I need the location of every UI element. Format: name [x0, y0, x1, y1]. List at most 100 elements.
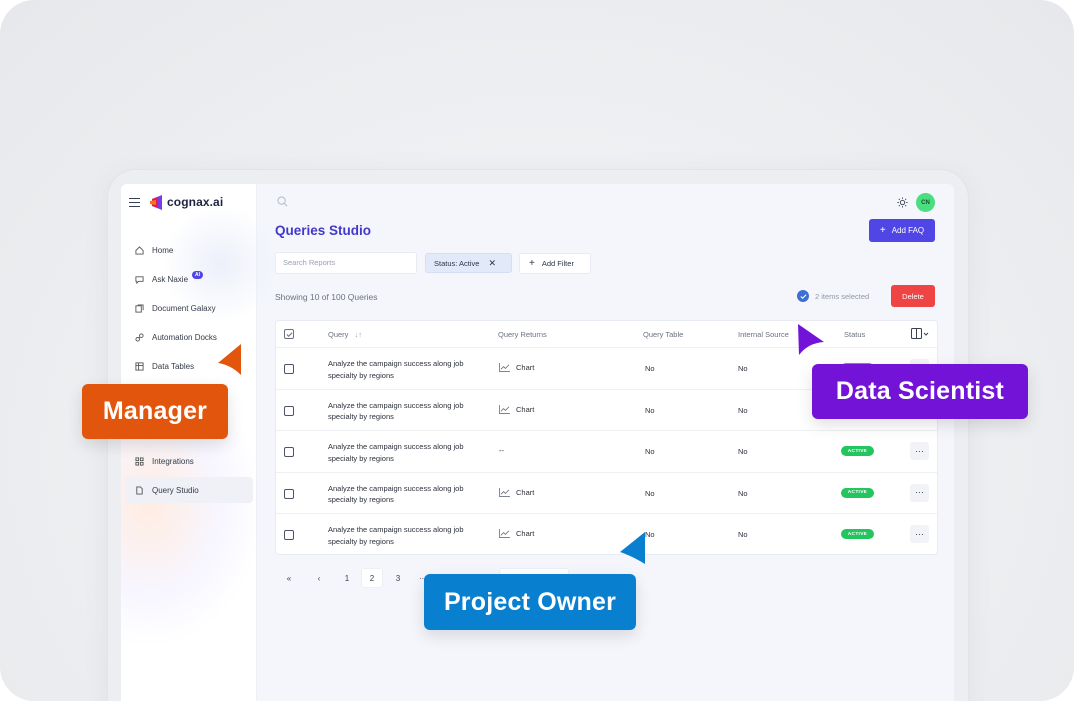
- project-owner-role-tag: Project Owner: [424, 574, 636, 630]
- close-icon[interactable]: ✕: [488, 258, 496, 269]
- chart-icon: [499, 487, 510, 497]
- internal-source-value: No: [738, 405, 748, 415]
- queries-table: Query ↓↑ Query Returns Query Table Inter…: [275, 320, 938, 555]
- internal-source-value: No: [738, 488, 748, 498]
- status-badge: ACTIVE: [841, 487, 874, 498]
- query-returns-value: Chart: [516, 404, 535, 414]
- query-returns-value: Chart: [516, 363, 535, 372]
- query-table-value: No: [645, 447, 655, 457]
- query-text: Analyze the campaign success along job s…: [328, 400, 464, 422]
- manager-role-tag: Manager: [82, 384, 228, 439]
- query-returns: Chart: [499, 529, 534, 538]
- more-actions-button[interactable]: ···: [910, 483, 929, 502]
- sidebar-item-integrations[interactable]: Integrations: [125, 448, 253, 474]
- query-returns: Chart: [499, 404, 535, 414]
- plus-icon: +: [879, 225, 886, 236]
- query-table-value: No: [645, 488, 655, 498]
- manager-pointer-icon: [218, 344, 241, 375]
- page-button[interactable]: 3: [387, 568, 409, 588]
- documents-icon: [135, 303, 144, 313]
- search-input[interactable]: Search Reports: [275, 252, 417, 274]
- query-returns-value: --: [499, 446, 504, 456]
- status-badge: ACTIVE: [841, 529, 874, 540]
- check-circle-icon: [797, 290, 809, 302]
- row-checkbox[interactable]: [284, 488, 294, 499]
- query-table-value: No: [645, 364, 655, 373]
- row-checkbox[interactable]: [284, 447, 294, 458]
- add-filter-label: Add Filter: [541, 259, 574, 268]
- chart-icon: [499, 363, 510, 372]
- sidebar-item-label: Document Galaxy: [152, 303, 216, 313]
- delete-button[interactable]: Delete: [891, 285, 935, 307]
- query-text: Analyze the campaign success along job s…: [328, 483, 464, 505]
- column-header-query[interactable]: Query ↓↑: [328, 330, 362, 339]
- data-scientist-role-tag: Data Scientist: [812, 364, 1028, 419]
- columns-toggle-icon[interactable]: [911, 328, 929, 340]
- query-returns-value: Chart: [516, 529, 535, 539]
- chat-icon: [135, 275, 144, 284]
- row-checkbox[interactable]: [284, 405, 294, 416]
- selected-count: 2 items selected: [815, 291, 870, 301]
- row-checkbox[interactable]: [284, 364, 294, 374]
- table-row[interactable]: Analyze the campaign success along job s…: [276, 514, 937, 554]
- sidebar-item-label: Data Tables: [152, 361, 195, 371]
- table-icon: [135, 361, 144, 371]
- add-faq-button[interactable]: + Add FAQ: [869, 219, 935, 242]
- chart-icon: [499, 404, 510, 414]
- logo: cognax.ai: [129, 194, 223, 210]
- ai-badge: AI: [192, 271, 204, 279]
- hamburger-menu-icon[interactable]: [129, 197, 140, 207]
- data-scientist-pointer-icon: [798, 324, 824, 355]
- column-header-label: Query: [328, 330, 349, 339]
- filter-chip-label: Status: Active: [434, 258, 480, 268]
- first-page-button[interactable]: «: [278, 568, 300, 588]
- more-actions-button[interactable]: ···: [910, 525, 929, 544]
- sidebar: cognax.ai Home Ask Naxie AI Document Gal…: [121, 184, 281, 701]
- table-row[interactable]: Analyze the campaign success along job s…: [276, 473, 937, 515]
- cognax-logo-icon: [150, 194, 162, 210]
- query-table-value: No: [645, 405, 655, 415]
- table-header: Query ↓↑ Query Returns Query Table Inter…: [276, 321, 937, 348]
- page-button-current[interactable]: 2: [361, 568, 383, 588]
- table-row[interactable]: Analyze the campaign success along job s…: [276, 431, 937, 473]
- sidebar-item-query-studio[interactable]: Query Studio: [125, 477, 253, 503]
- row-checkbox[interactable]: [284, 530, 294, 541]
- page-button[interactable]: 1: [336, 568, 358, 588]
- sidebar-item-label: Ask Naxie: [152, 274, 189, 284]
- status-badge: ACTIVE: [841, 446, 874, 457]
- internal-source-value: No: [738, 447, 748, 457]
- internal-source-value: No: [738, 530, 748, 540]
- grid-icon: [135, 456, 144, 466]
- search-icon[interactable]: [277, 196, 288, 207]
- add-filter-button[interactable]: + Add Filter: [519, 253, 591, 274]
- select-all-checkbox[interactable]: [284, 329, 294, 339]
- internal-source-value: No: [738, 364, 748, 373]
- theme-toggle-icon[interactable]: [897, 197, 908, 208]
- logo-text: cognax.ai: [167, 195, 224, 209]
- query-returns-value: Chart: [516, 487, 535, 497]
- automation-icon: [135, 332, 144, 342]
- home-icon: [135, 245, 144, 255]
- results-count: Showing 10 of 100 Queries: [275, 292, 378, 302]
- file-icon: [135, 485, 144, 495]
- project-owner-pointer-icon: [620, 532, 645, 564]
- column-header-status: Status: [844, 330, 866, 339]
- plus-icon: +: [529, 258, 535, 269]
- avatar[interactable]: CN: [916, 193, 935, 212]
- query-returns: Chart: [499, 487, 535, 497]
- query-text: Analyze the campaign success along job s…: [328, 525, 464, 546]
- prev-page-button[interactable]: ‹: [308, 568, 330, 588]
- status-filter-chip[interactable]: Status: Active ✕: [425, 253, 512, 273]
- sort-icon[interactable]: ↓↑: [355, 330, 363, 339]
- column-header-returns: Query Returns: [498, 330, 547, 339]
- sidebar-item-label: Home: [152, 245, 174, 255]
- chart-icon: [499, 529, 510, 539]
- sidebar-item-ask-naxie[interactable]: Ask Naxie AI: [125, 266, 253, 292]
- add-faq-label: Add FAQ: [891, 226, 925, 235]
- sidebar-item-document-galaxy[interactable]: Document Galaxy: [125, 295, 253, 321]
- column-header-table: Query Table: [643, 330, 684, 339]
- more-actions-button[interactable]: ···: [910, 442, 929, 461]
- query-returns: Chart: [499, 363, 534, 372]
- sidebar-item-home[interactable]: Home: [125, 237, 253, 263]
- sidebar-item-label: Query Studio: [152, 485, 199, 495]
